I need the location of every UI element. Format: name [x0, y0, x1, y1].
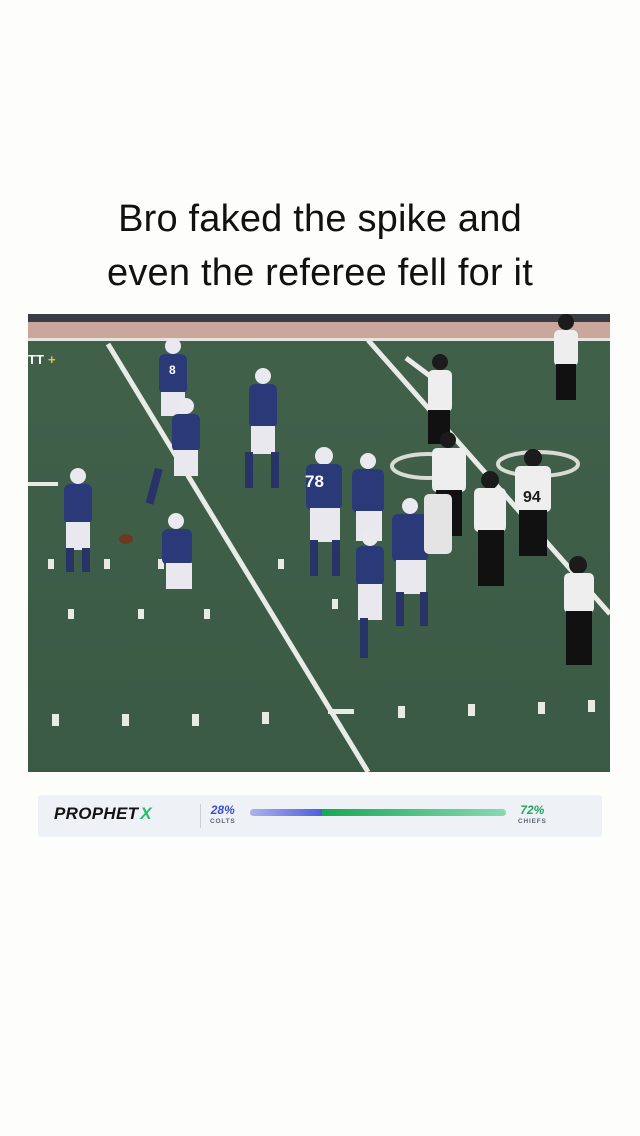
svg-text:TT: TT [28, 352, 44, 367]
team-chiefs: 72% CHIEFS [518, 803, 547, 827]
chiefs-probability-fill [321, 809, 506, 816]
brand-divider [200, 804, 201, 828]
caption-line-2: even the referee fell for it [107, 252, 533, 294]
svg-text:+: + [48, 352, 56, 367]
chiefs-percentage: 72% [520, 803, 545, 817]
jersey-number-94: 94 [523, 489, 541, 506]
colts-label: COLTS [210, 818, 236, 825]
chiefs-label: CHIEFS [518, 818, 547, 825]
win-probability-bar [250, 809, 506, 816]
colts-probability-fill [250, 809, 322, 816]
jersey-number-78: 78 [305, 472, 324, 491]
caption-line-1: Bro faked the spike and [118, 198, 522, 240]
colts-percentage: 28% [210, 803, 235, 817]
brand-name: PROPHET [54, 804, 139, 823]
video-caption: Bro faked the spike and even the referee… [0, 192, 640, 300]
brand-x-icon: X [140, 804, 152, 823]
prophetx-odds-banner[interactable]: PROPHET X 28% COLTS 72% CHIEFS [38, 795, 602, 837]
prophetx-logo: PROPHET X [54, 804, 152, 824]
video-player[interactable]: TT + 78 94 8 [28, 314, 610, 772]
team-colts: 28% COLTS [210, 803, 236, 827]
football-field-scene: TT + 78 94 8 [28, 314, 610, 772]
jersey-number-8: 8 [169, 363, 176, 377]
